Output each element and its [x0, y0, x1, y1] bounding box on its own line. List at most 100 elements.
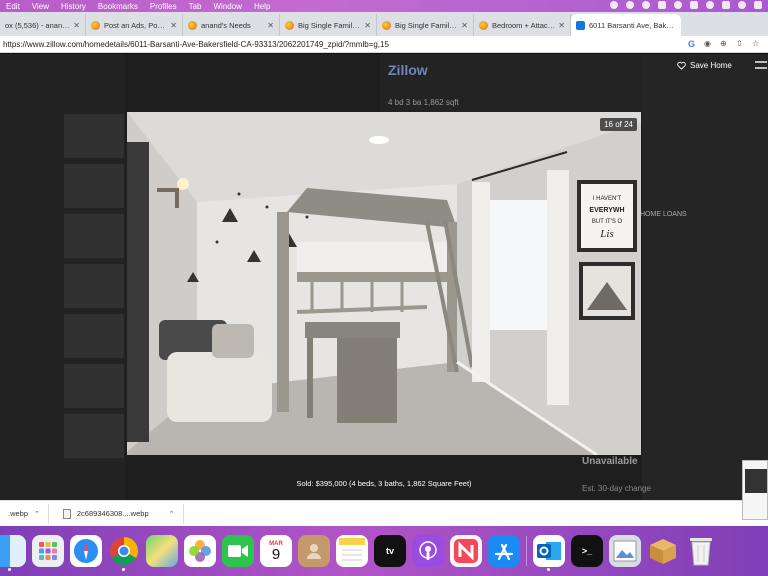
save-home-button[interactable]: Save Home: [677, 61, 732, 70]
address-bar: https://www.zillow.com/homedetails/6011-…: [0, 36, 768, 53]
zillow-favicon-icon: [576, 20, 585, 30]
close-tab-icon[interactable]: ✕: [170, 21, 177, 30]
close-tab-icon[interactable]: ✕: [461, 21, 468, 30]
menu-bookmarks[interactable]: Bookmarks: [98, 2, 138, 11]
site-favicon-icon: [479, 20, 488, 30]
menu-history[interactable]: History: [61, 2, 86, 11]
close-tab-icon[interactable]: ✕: [364, 21, 371, 30]
chevron-up-icon[interactable]: ⌃: [34, 510, 40, 518]
background-unavailable: Unavailable: [582, 456, 638, 467]
preview-photo-icon: [613, 540, 637, 562]
terminal-icon[interactable]: >_: [571, 535, 603, 567]
download-item[interactable]: .webp ⌃: [0, 503, 49, 524]
menu-tab[interactable]: Tab: [189, 2, 202, 11]
sign-line-4: Lis: [599, 228, 613, 240]
background-gallery: [64, 114, 128, 474]
news-n-icon: [454, 539, 478, 563]
status-icon[interactable]: [626, 1, 634, 9]
wifi-icon[interactable]: [706, 1, 714, 9]
spotlight-icon[interactable]: [738, 1, 746, 9]
screenshot-thumbnail[interactable]: [742, 460, 768, 520]
photos-icon[interactable]: [184, 535, 216, 567]
status-tray: [610, 1, 762, 9]
listing-photo[interactable]: I HAVEN'T EVERYWH BUT IT'S O Lis 16 of 2…: [127, 112, 641, 455]
background-stats: 4 bd 3 ba 1,862 sqft: [388, 98, 459, 107]
news-icon[interactable]: [450, 535, 482, 567]
finder-icon[interactable]: [0, 535, 26, 571]
bedroom-photo-illustration: I HAVEN'T EVERYWH BUT IT'S O Lis: [127, 112, 641, 455]
running-indicator: [8, 568, 11, 571]
dock: MAR 9 tv >_: [0, 529, 768, 573]
running-indicator: [547, 568, 550, 571]
chrome-logo-icon: [110, 537, 138, 565]
site-favicon-icon: [188, 20, 197, 30]
facetime-icon[interactable]: [222, 535, 254, 567]
menu-edit[interactable]: Edit: [6, 2, 20, 11]
app-store-icon[interactable]: [488, 535, 520, 567]
menu-window[interactable]: Window: [214, 2, 242, 11]
battery-icon[interactable]: [722, 1, 730, 9]
archive-utility-icon[interactable]: [647, 535, 679, 567]
close-tab-icon[interactable]: ✕: [73, 21, 80, 30]
zillow-logo: Zillow: [388, 62, 428, 78]
photos-flower-icon: [189, 540, 211, 562]
address-bar-icons: G ◉ ⊕ ⇧ ☆: [688, 40, 760, 49]
apple-tv-icon[interactable]: tv: [374, 535, 406, 567]
outlook-o-icon: [537, 542, 561, 560]
safari-icon[interactable]: [70, 535, 102, 567]
tab-anands-needs[interactable]: anand's Needs ✕: [183, 14, 280, 36]
site-favicon-icon: [91, 20, 100, 30]
tab-post-ads[interactable]: Post an Ads, Post your Ads ✕: [86, 14, 183, 36]
sign-line-1: I HAVEN'T: [593, 196, 622, 202]
menu-help[interactable]: Help: [254, 2, 270, 11]
download-item[interactable]: 2c689346308....webp ⌃: [49, 503, 184, 524]
status-icon[interactable]: [658, 1, 666, 9]
close-tab-icon[interactable]: ✕: [558, 21, 565, 30]
trash-icon[interactable]: [685, 535, 717, 567]
eye-off-icon[interactable]: ◉: [704, 40, 712, 48]
status-icon[interactable]: [610, 1, 618, 9]
menu-view[interactable]: View: [32, 2, 49, 11]
sign-line-2: EVERYWH: [589, 207, 624, 214]
dock-separator: [526, 536, 527, 566]
chrome-icon[interactable]: [108, 535, 140, 571]
google-lens-icon[interactable]: G: [688, 40, 696, 49]
volume-icon[interactable]: [690, 1, 698, 9]
close-lightbox-button[interactable]: [755, 60, 768, 72]
status-icon[interactable]: [642, 1, 650, 9]
tab-label: Bedroom + Attached Bathro: [492, 20, 555, 30]
tab-label: 6011 Barsanti Ave, Bakersfie: [589, 20, 676, 30]
menu-profiles[interactable]: Profiles: [150, 2, 177, 11]
tab-label: anand's Needs: [201, 20, 251, 30]
photo-caption: Sold: $395,000 (4 beds, 3 baths, 1,862 S…: [296, 479, 472, 488]
share-icon[interactable]: ⇧: [736, 40, 744, 48]
preview-icon[interactable]: [609, 535, 641, 567]
tab-zillow[interactable]: 6011 Barsanti Ave, Bakersfie: [571, 14, 681, 36]
tab-gmail[interactable]: ox (5,536) - anand.nsit@ ✕: [0, 14, 86, 36]
photo-counter: 16 of 24: [600, 118, 637, 131]
tab-label: ox (5,536) - anand.nsit@: [5, 20, 70, 30]
contacts-icon[interactable]: [298, 535, 330, 567]
url-field[interactable]: https://www.zillow.com/homedetails/6011-…: [3, 40, 688, 49]
compass-icon: [74, 539, 98, 563]
chevron-up-icon[interactable]: ⌃: [169, 510, 175, 518]
background-right-panel: [642, 54, 768, 500]
downloads-bar: .webp ⌃ 2c689346308....webp ⌃: [0, 500, 768, 526]
bookmark-star-icon[interactable]: ☆: [752, 40, 760, 48]
control-center-icon[interactable]: [754, 1, 762, 9]
tv-label: tv: [385, 546, 394, 556]
maps-icon[interactable]: [146, 535, 178, 567]
outlook-icon[interactable]: [533, 535, 565, 571]
zoom-icon[interactable]: ⊕: [720, 40, 728, 48]
notes-icon[interactable]: [336, 535, 368, 567]
close-tab-icon[interactable]: ✕: [267, 21, 274, 30]
tab-bedroom[interactable]: Bedroom + Attached Bathro ✕: [474, 14, 571, 36]
calendar-icon[interactable]: MAR 9: [260, 535, 292, 567]
tab-big-house-1[interactable]: Big Single Family House For ✕: [280, 14, 377, 36]
box-icon: [650, 539, 676, 564]
tab-big-house-2[interactable]: Big Single Family House For ✕: [377, 14, 474, 36]
podcasts-icon[interactable]: [412, 535, 444, 567]
launchpad-icon[interactable]: [32, 535, 64, 567]
bluetooth-icon[interactable]: [674, 1, 682, 9]
terminal-label: >_: [581, 546, 593, 556]
